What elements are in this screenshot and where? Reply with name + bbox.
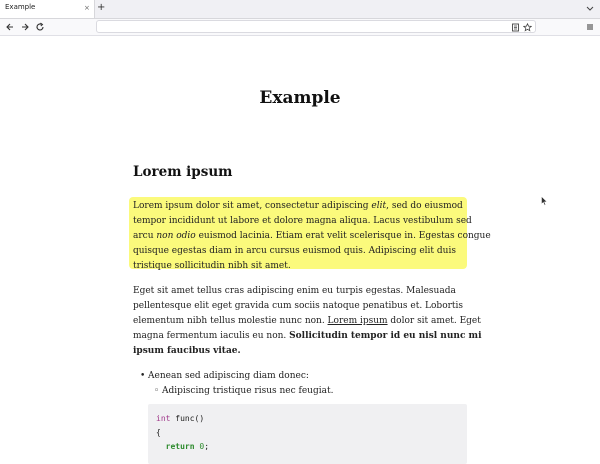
bookmark-star-icon[interactable]: [523, 23, 532, 32]
highlighted-paragraph: Lorem ipsum dolor sit amet, consectetur …: [129, 197, 491, 271]
code-block: int func() { return 0;: [148, 404, 467, 464]
bullet-dot-icon: •: [140, 371, 146, 381]
forward-arrow-icon[interactable]: [20, 22, 30, 32]
new-tab-button[interactable]: +: [97, 2, 105, 14]
para1-line1: Lorem ipsum dolor sit amet, consectetur …: [133, 201, 463, 211]
section-heading: Lorem ipsum: [133, 164, 233, 180]
back-arrow-icon[interactable]: [5, 22, 15, 32]
body-paragraph: Eget sit amet tellus cras adipiscing eni…: [133, 284, 482, 359]
para1-line5: tristique sollicitudin nibh sit amet.: [133, 261, 291, 271]
para2-line3: elementum nibh tellus molestie nunc non.…: [133, 316, 481, 326]
navigation-bar: [0, 19, 600, 36]
para2-line5: ipsum faucibus vitae.: [133, 346, 241, 356]
reload-icon[interactable]: [35, 22, 45, 32]
sub-list-item: ◦ Adipiscing tristique risus nec feugiat.: [140, 384, 333, 399]
para2-line4: magna fermentum iaculis eu non. Sollicit…: [133, 331, 482, 341]
code-text: int func() { return 0;: [156, 414, 210, 451]
underlined-text: Lorem ipsum: [327, 316, 388, 326]
page-title: Example: [259, 88, 341, 108]
tab-list-chevron-icon[interactable]: [586, 3, 594, 13]
reader-view-icon[interactable]: [511, 23, 520, 32]
para1-line2: tempor incididunt ut labore et dolore ma…: [133, 216, 472, 226]
url-bar[interactable]: [96, 20, 536, 33]
tab-title: Example: [5, 3, 36, 11]
tab-bar: Example × +: [0, 0, 600, 19]
para2-line1: Eget sit amet tellus cras adipiscing eni…: [133, 286, 456, 296]
mouse-cursor-icon: [541, 196, 548, 206]
bullet-list: • Aenean sed adipiscing diam donec: ◦ Adip…: [140, 369, 333, 399]
para2-line2: pellentesque elit eget gravida cum socii…: [133, 301, 464, 311]
list-item: • Aenean sed adipiscing diam donec:: [140, 369, 333, 384]
tab-example[interactable]: Example ×: [0, 0, 95, 18]
hamburger-menu-icon[interactable]: [585, 22, 595, 32]
bullet-circle-icon: ◦: [154, 386, 160, 396]
para1-line4: quisque egestas diam in arcu cursus euis…: [133, 246, 456, 256]
tab-close-icon[interactable]: ×: [84, 3, 90, 13]
para1-line3: arcu non odio euismod lacinia. Etiam era…: [133, 231, 491, 241]
